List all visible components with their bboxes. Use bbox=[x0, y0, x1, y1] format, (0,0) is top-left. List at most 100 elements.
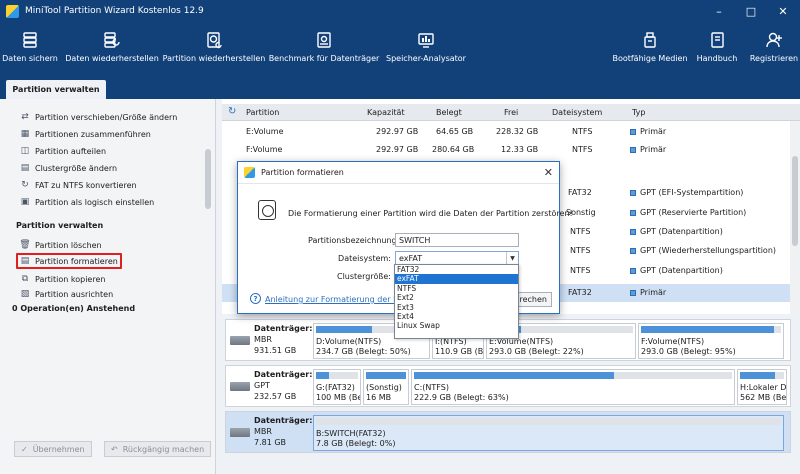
cell-type: Primär bbox=[630, 127, 666, 136]
dialog-close-icon[interactable]: ✕ bbox=[544, 166, 553, 179]
col-type[interactable]: Typ bbox=[632, 108, 645, 117]
sidebar-item-label: Partition aufteilen bbox=[35, 146, 107, 156]
data-recovery-label: Daten wiederherstellen bbox=[65, 54, 159, 63]
close-button[interactable]: ✕ bbox=[768, 0, 798, 22]
filesystem-select-value: exFAT bbox=[399, 254, 423, 263]
space-analyzer-icon bbox=[418, 33, 434, 48]
dialog-title: Partition formatieren bbox=[261, 168, 344, 177]
disk-row-selected[interactable]: Datenträger:3 MBR 7.81 GB B:SWITCH(FAT32… bbox=[225, 411, 791, 453]
disk-partition[interactable]: F:Volume(NTFS) 293.0 GB (Belegt: 95%) bbox=[638, 323, 784, 359]
disk-size: 7.81 GB bbox=[254, 438, 287, 447]
sidebar-item-move-resize[interactable]: ⇄ Partition verschieben/Größe ändern bbox=[20, 109, 177, 125]
disk-size: 931.51 GB bbox=[254, 346, 297, 355]
sidebar-item-label: Partition ausrichten bbox=[35, 289, 114, 299]
title-bar: MiniTool Partition Wizard Kostenlos 12.9… bbox=[0, 0, 800, 22]
col-free[interactable]: Frei bbox=[504, 108, 518, 117]
fs-option[interactable]: Ext4 bbox=[395, 312, 518, 321]
sidebar-item-cluster-size[interactable]: ▤ Clustergröße ändern bbox=[20, 160, 117, 176]
convert-icon: ↻ bbox=[21, 180, 29, 190]
manual-button[interactable]: Handbuch bbox=[694, 22, 740, 72]
disk-partition[interactable]: C:(NTFS) 222.9 GB (Belegt: 63%) bbox=[411, 369, 735, 405]
filesystem-select[interactable]: exFAT ▼ bbox=[395, 251, 519, 265]
cell-type: GPT (Datenpartition) bbox=[630, 266, 723, 275]
disk-partition-selected[interactable]: B:SWITCH(FAT32) 7.8 GB (Belegt: 0%) bbox=[313, 415, 784, 451]
fs-option[interactable]: Linux Swap bbox=[395, 321, 518, 330]
partition-type-icon bbox=[630, 290, 636, 296]
register-button[interactable]: Registrieren bbox=[748, 22, 800, 72]
col-partition[interactable]: Partition bbox=[246, 108, 279, 117]
fs-option[interactable]: Ext3 bbox=[395, 303, 518, 312]
fs-option[interactable]: FAT32 bbox=[395, 265, 518, 274]
format-help-link[interactable]: Anleitung zur Formatierung der Partition bbox=[265, 295, 395, 304]
fs-option[interactable]: exFAT bbox=[395, 274, 518, 284]
disk-row[interactable]: Datenträger:2 GPT 232.57 GB G:(FAT32) 100… bbox=[225, 365, 791, 407]
table-scrollbar[interactable] bbox=[790, 121, 800, 314]
disk-partition[interactable]: G:(FAT32)100 MB (Belegt: bbox=[313, 369, 361, 405]
partition-recovery-label: Partition wiederherstellen bbox=[162, 54, 266, 63]
refresh-icon[interactable]: ↻ bbox=[228, 106, 236, 117]
undo-button[interactable]: ↶ Rückgängig machen bbox=[104, 441, 212, 457]
table-scrollbar-thumb[interactable] bbox=[792, 156, 798, 246]
cluster-size-label: Clustergröße: bbox=[337, 272, 391, 281]
tab-partition-management[interactable]: Partition verwalten bbox=[6, 80, 106, 99]
disk-type: GPT bbox=[254, 381, 270, 390]
cell-type: GPT (Reservierte Partition) bbox=[630, 208, 746, 217]
data-backup-icon bbox=[23, 32, 37, 48]
disk-partition[interactable]: H:Lokaler D 562 MB (Be bbox=[737, 369, 787, 405]
space-analyzer-button[interactable]: Speicher-Analysator bbox=[386, 22, 466, 72]
table-row[interactable]: F:Volume 292.97 GB 280.64 GB 12.33 GB NT… bbox=[222, 141, 792, 159]
disk-partition[interactable]: (Sonstig) 16 MB bbox=[363, 369, 409, 405]
hard-disk-icon bbox=[230, 336, 250, 345]
app-logo-icon bbox=[6, 4, 19, 18]
disk-benchmark-button[interactable]: Benchmark für Datenträger bbox=[269, 22, 379, 72]
data-recovery-button[interactable]: Daten wiederherstellen bbox=[65, 22, 159, 72]
undo-icon: ↶ bbox=[111, 444, 118, 454]
cell-free: 12.33 GB bbox=[501, 145, 539, 154]
set-logical-icon: ▣ bbox=[20, 197, 30, 207]
disk-name: Datenträger:1 bbox=[254, 324, 319, 333]
sidebar-item-label: FAT zu NTFS konvertieren bbox=[35, 180, 137, 190]
help-icon: ? bbox=[250, 293, 261, 304]
cell-filesystem: FAT32 bbox=[568, 188, 592, 197]
sidebar-item-fat-to-ntfs[interactable]: ↻ FAT zu NTFS konvertieren bbox=[20, 177, 137, 193]
col-used[interactable]: Belegt bbox=[436, 108, 462, 117]
sidebar-item-label: Partitionen zusammenführen bbox=[35, 129, 151, 139]
partition-label-input[interactable] bbox=[395, 233, 519, 247]
sidebar-item-label: Partition verschieben/Größe ändern bbox=[35, 112, 178, 122]
fs-option[interactable]: Ext2 bbox=[395, 293, 518, 302]
format-icon: ▤ bbox=[20, 256, 30, 266]
chevron-down-icon[interactable]: ▼ bbox=[506, 252, 518, 264]
disk-name: Datenträger:3 bbox=[254, 416, 319, 425]
partition-type-icon bbox=[630, 147, 636, 153]
sidebar-item-copy-partition[interactable]: ⧉ Partition kopieren bbox=[20, 271, 106, 287]
cell-filesystem: FAT32 bbox=[568, 288, 592, 297]
bootable-media-button[interactable]: Bootfähige Medien bbox=[612, 22, 688, 72]
table-row[interactable]: E:Volume 292.97 GB 64.65 GB 228.32 GB NT… bbox=[222, 123, 792, 141]
partition-recovery-icon bbox=[207, 32, 222, 49]
split-icon: ◫ bbox=[20, 146, 30, 156]
pending-operations: 0 Operation(en) Anstehend bbox=[12, 304, 136, 313]
cell-partition: E:Volume bbox=[246, 127, 284, 136]
data-backup-button[interactable]: Daten sichern bbox=[2, 22, 58, 72]
disk-map: Datenträger:1 MBR 931.51 GB D:Volume(NTF… bbox=[222, 316, 800, 474]
sidebar-item-split[interactable]: ◫ Partition aufteilen bbox=[20, 143, 106, 159]
partition-recovery-button[interactable]: Partition wiederherstellen bbox=[163, 22, 265, 72]
sidebar-item-align-partition[interactable]: ▧ Partition ausrichten bbox=[20, 288, 113, 300]
format-warning-text: Die Formatierung einer Partition wird di… bbox=[288, 209, 573, 218]
apply-button[interactable]: ✓ Übernehmen bbox=[14, 441, 92, 457]
col-filesystem[interactable]: Dateisystem bbox=[552, 108, 602, 117]
sidebar-item-format-partition[interactable]: ▤ Partition formatieren bbox=[16, 253, 122, 269]
sidebar-scrollbar-thumb[interactable] bbox=[205, 149, 211, 209]
sidebar-item-set-logical[interactable]: ▣ Partition als logisch einstellen bbox=[20, 194, 154, 210]
sidebar-scrollbar[interactable] bbox=[204, 109, 212, 299]
fs-option[interactable]: NTFS bbox=[395, 284, 518, 293]
col-capacity[interactable]: Kapazität bbox=[367, 108, 405, 117]
maximize-button[interactable]: □ bbox=[736, 0, 766, 22]
cell-filesystem: NTFS bbox=[570, 266, 591, 275]
filesystem-label: Dateisystem: bbox=[338, 254, 391, 263]
partition-type-icon bbox=[630, 129, 636, 135]
sidebar-item-label: Partition formatieren bbox=[35, 256, 118, 266]
sidebar-item-delete-partition[interactable]: 🗑 Partition löschen bbox=[19, 237, 101, 253]
minimize-button[interactable]: – bbox=[704, 0, 734, 22]
sidebar-item-merge[interactable]: ▦ Partitionen zusammenführen bbox=[20, 126, 151, 142]
